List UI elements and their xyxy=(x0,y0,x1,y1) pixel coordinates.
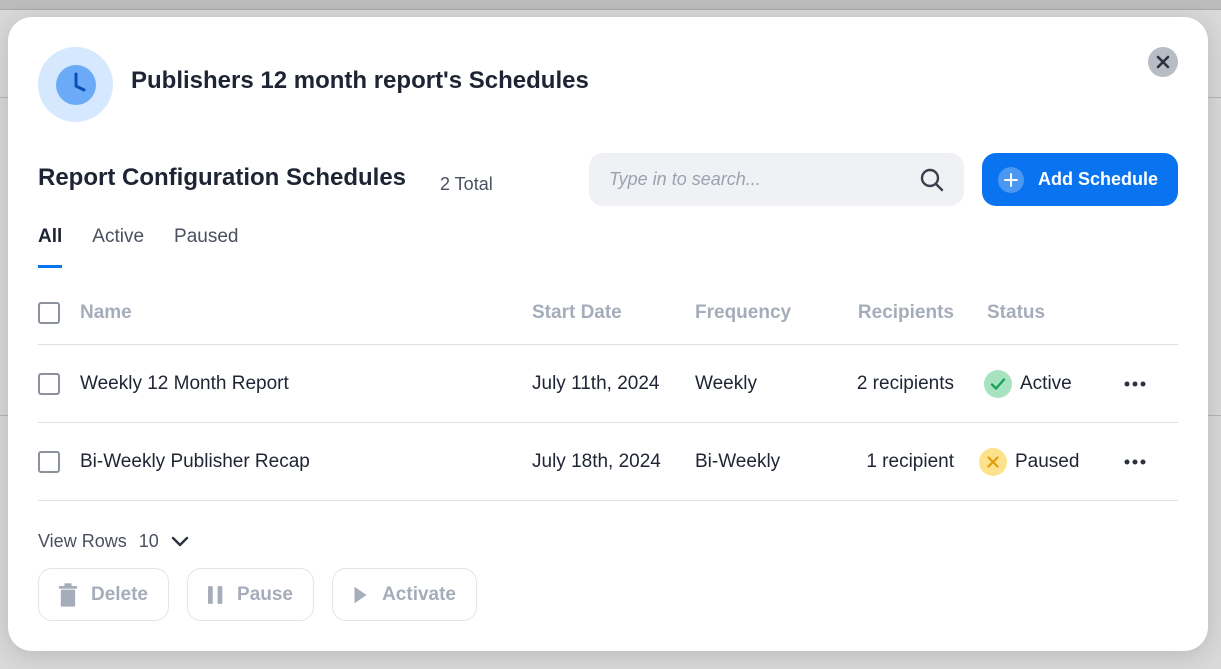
check-icon xyxy=(984,369,1012,398)
close-icon xyxy=(1156,55,1170,69)
view-rows: View Rows 10 xyxy=(38,531,189,552)
row-checkbox[interactable] xyxy=(38,372,60,395)
section-title: Report Configuration Schedules xyxy=(38,164,407,191)
plus-icon xyxy=(998,166,1024,193)
status-label: Active xyxy=(1020,372,1072,394)
status-badge: Paused xyxy=(979,423,1079,500)
more-icon xyxy=(1124,459,1146,464)
schedule-recipients: 1 recipient xyxy=(866,450,954,472)
table-row[interactable]: Bi-Weekly Publisher Recap July 18th, 202… xyxy=(38,423,1178,501)
status-badge: Active xyxy=(984,345,1072,422)
pause-label: Pause xyxy=(237,583,293,605)
column-header-start-date[interactable]: Start Date xyxy=(532,282,622,344)
row-more-button[interactable] xyxy=(1120,345,1150,422)
row-checkbox[interactable] xyxy=(38,450,60,473)
schedule-name: Bi-Weekly Publisher Recap xyxy=(80,450,310,472)
status-label: Paused xyxy=(1015,450,1080,472)
tab-all[interactable]: All xyxy=(38,226,63,268)
play-icon xyxy=(354,586,367,603)
chevron-down-icon xyxy=(171,536,188,546)
background-topbar xyxy=(0,0,1221,10)
row-more-button[interactable] xyxy=(1120,423,1150,500)
status-tabs: All Active Paused xyxy=(38,226,238,268)
close-button[interactable] xyxy=(1148,47,1178,77)
schedule-recipients: 2 recipients xyxy=(856,372,954,394)
more-icon xyxy=(1124,381,1146,386)
activate-button[interactable]: Activate xyxy=(332,568,477,621)
schedule-name: Weekly 12 Month Report xyxy=(80,372,289,394)
table-row[interactable]: Weekly 12 Month Report July 11th, 2024 W… xyxy=(38,345,1178,423)
activate-label: Activate xyxy=(382,583,456,605)
delete-button[interactable]: Delete xyxy=(38,568,169,621)
table-header-row: Name Start Date Frequency Recipients Sta… xyxy=(38,282,1178,345)
schedule-frequency: Bi-Weekly xyxy=(695,450,781,472)
search-input[interactable] xyxy=(609,169,920,190)
search-box[interactable] xyxy=(589,153,964,206)
modal-title: Publishers 12 month report's Schedules xyxy=(131,67,589,94)
column-header-name[interactable]: Name xyxy=(80,282,132,344)
column-header-recipients[interactable]: Recipients xyxy=(858,282,954,344)
schedule-frequency: Weekly xyxy=(695,372,757,394)
tab-paused[interactable]: Paused xyxy=(174,226,238,268)
total-count: 2 Total xyxy=(440,174,493,194)
select-all-checkbox[interactable] xyxy=(38,302,60,324)
delete-label: Delete xyxy=(90,583,148,605)
x-icon xyxy=(979,447,1007,476)
schedule-start-date: July 11th, 2024 xyxy=(532,372,660,394)
view-rows-label: View Rows xyxy=(38,531,127,551)
clock-icon xyxy=(55,64,96,105)
schedules-modal: Publishers 12 month report's Schedules R… xyxy=(8,17,1208,651)
pause-button[interactable]: Pause xyxy=(187,568,314,621)
add-schedule-label: Add Schedule xyxy=(1038,169,1159,189)
tab-active[interactable]: Active xyxy=(92,226,144,268)
add-schedule-button[interactable]: Add Schedule xyxy=(982,153,1178,206)
search-icon[interactable] xyxy=(920,168,944,192)
schedule-start-date: July 18th, 2024 xyxy=(532,450,661,472)
column-header-status[interactable]: Status xyxy=(987,282,1045,344)
trash-icon xyxy=(59,582,77,607)
column-header-frequency[interactable]: Frequency xyxy=(695,282,791,344)
schedule-header-icon xyxy=(38,47,113,122)
schedules-table: Name Start Date Frequency Recipients Sta… xyxy=(38,282,1178,501)
view-rows-select[interactable]: 10 xyxy=(139,531,189,552)
view-rows-value: 10 xyxy=(138,531,159,551)
pause-icon xyxy=(208,585,223,604)
